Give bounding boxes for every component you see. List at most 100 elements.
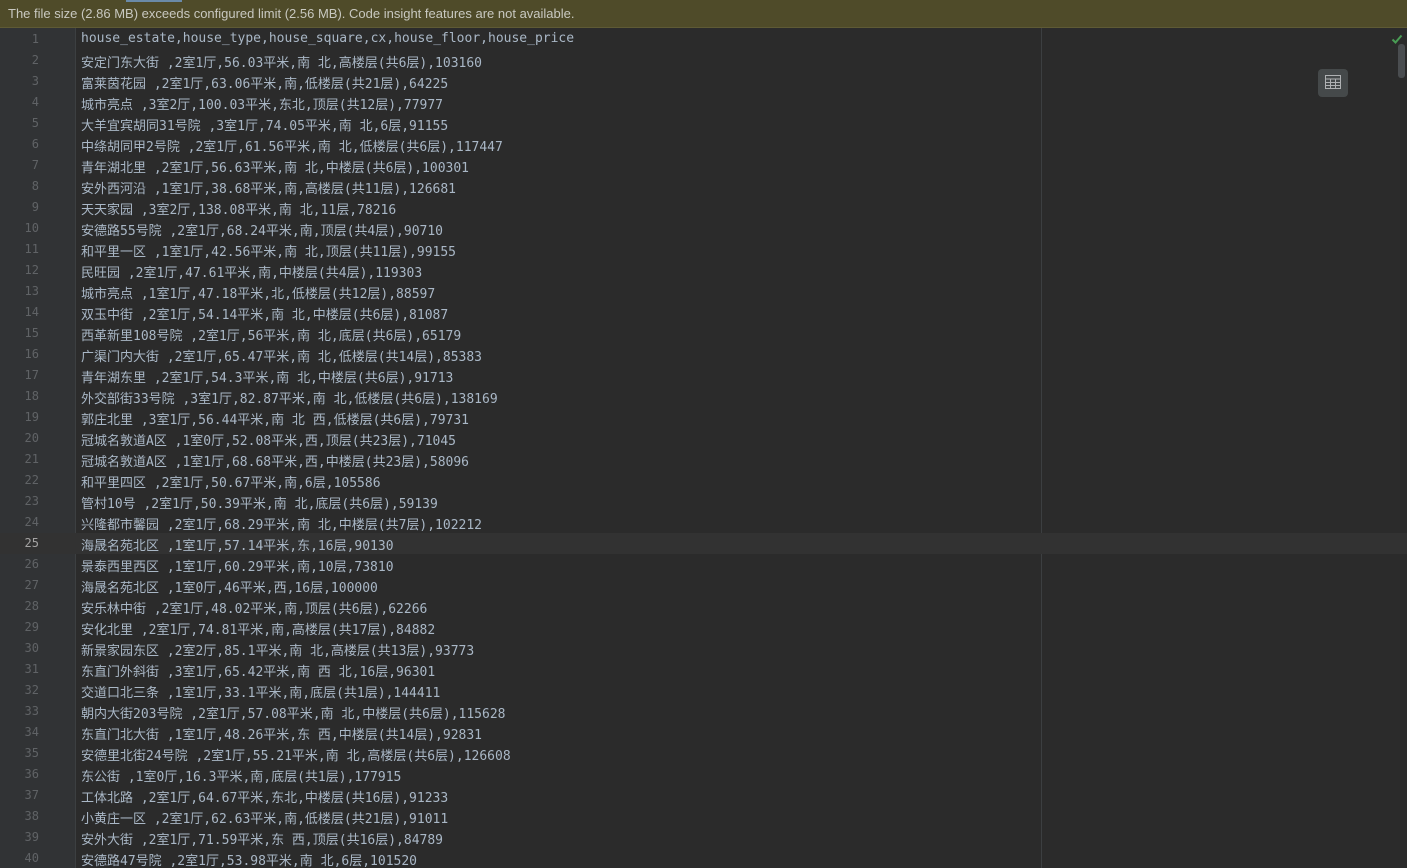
line-text[interactable]: 东公街 ,1室0厅,16.3平米,南,底层(共1层),177915 xyxy=(81,766,401,785)
line-number: 32 xyxy=(24,683,39,697)
code-line[interactable]: 23 管村10号 ,2室1厅,50.39平米,南 北,底层(共6层),59139 xyxy=(0,491,1407,512)
line-text[interactable]: 工体北路 ,2室1厅,64.67平米,东北,中楼层(共16层),91233 xyxy=(81,787,448,806)
line-text[interactable]: 海晟名苑北区 ,1室1厅,57.14平米,东,16层,90130 xyxy=(81,535,394,554)
code-line[interactable]: 5 大羊宜宾胡同31号院 ,3室1厅,74.05平米,南 北,6层,91155 xyxy=(0,113,1407,134)
code-line[interactable]: 1 house_estate,house_type,house_square,cx… xyxy=(0,29,1407,50)
table-view-button[interactable] xyxy=(1318,69,1348,97)
code-line[interactable]: 15 西革新里108号院 ,2室1厅,56平米,南 北,底层(共6层),65179 xyxy=(0,323,1407,344)
line-text[interactable]: 大羊宜宾胡同31号院 ,3室1厅,74.05平米,南 北,6层,91155 xyxy=(81,115,448,134)
line-text[interactable]: 外交部街33号院 ,3室1厅,82.87平米,南 北,低楼层(共6层),1381… xyxy=(81,388,498,407)
line-number: 40 xyxy=(24,851,39,865)
line-number: 29 xyxy=(24,620,39,634)
line-text[interactable]: 西革新里108号院 ,2室1厅,56平米,南 北,底层(共6层),65179 xyxy=(81,325,461,344)
line-text[interactable]: 青年湖东里 ,2室1厅,54.3平米,南 北,中楼层(共6层),91713 xyxy=(81,367,453,386)
code-line[interactable]: 30 新景家园东区 ,2室2厅,85.1平米,南 北,高楼层(共13层),9377… xyxy=(0,638,1407,659)
code-line[interactable]: 39 安外大街 ,2室1厅,71.59平米,东 西,顶层(共16层),84789 xyxy=(0,827,1407,848)
code-line[interactable]: 19 郭庄北里 ,3室1厅,56.44平米,南 北 西,低楼层(共6层),7973… xyxy=(0,407,1407,428)
code-line[interactable]: 12 民旺园 ,2室1厅,47.61平米,南,中楼层(共4层),119303 xyxy=(0,260,1407,281)
line-text[interactable]: 中绦胡同甲2号院 ,2室1厅,61.56平米,南 北,低楼层(共6层),1174… xyxy=(81,136,503,155)
code-line[interactable]: 8 安外西河沿 ,1室1厅,38.68平米,南,高楼层(共11层),126681 xyxy=(0,176,1407,197)
line-text[interactable]: 东直门外斜街 ,3室1厅,65.42平米,南 西 北,16层,96301 xyxy=(81,661,435,680)
line-text[interactable]: 小黄庄一区 ,2室1厅,62.63平米,南,低楼层(共21层),91011 xyxy=(81,808,448,827)
line-text[interactable]: 冠城名敦道A区 ,1室0厅,52.08平米,西,顶层(共23层),71045 xyxy=(81,430,456,449)
line-text[interactable]: 和平里四区 ,2室1厅,50.67平米,南,6层,105586 xyxy=(81,472,381,491)
line-number: 27 xyxy=(24,578,39,592)
line-number: 35 xyxy=(24,746,39,760)
code-line[interactable]: 2 安定门东大街 ,2室1厅,56.03平米,南 北,高楼层(共6层),10316… xyxy=(0,50,1407,71)
code-line[interactable]: 18 外交部街33号院 ,3室1厅,82.87平米,南 北,低楼层(共6层),13… xyxy=(0,386,1407,407)
line-text[interactable]: 安德路55号院 ,2室1厅,68.24平米,南,顶层(共4层),90710 xyxy=(81,220,443,239)
table-view-icon xyxy=(1325,74,1341,93)
code-line[interactable]: 22 和平里四区 ,2室1厅,50.67平米,南,6层,105586 xyxy=(0,470,1407,491)
code-line[interactable]: 21 冠城名敦道A区 ,1室1厅,68.68平米,西,中楼层(共23层),5809… xyxy=(0,449,1407,470)
line-text[interactable]: 管村10号 ,2室1厅,50.39平米,南 北,底层(共6层),59139 xyxy=(81,493,438,512)
line-number: 14 xyxy=(24,305,39,319)
code-line[interactable]: 29 安化北里 ,2室1厅,74.81平米,南,高楼层(共17层),84882 xyxy=(0,617,1407,638)
code-line[interactable]: 38 小黄庄一区 ,2室1厅,62.63平米,南,低楼层(共21层),91011 xyxy=(0,806,1407,827)
code-line[interactable]: 20 冠城名敦道A区 ,1室0厅,52.08平米,西,顶层(共23层),71045 xyxy=(0,428,1407,449)
line-text[interactable]: 和平里一区 ,1室1厅,42.56平米,南 北,顶层(共11层),99155 xyxy=(81,241,456,260)
line-text[interactable]: 双玉中街 ,2室1厅,54.14平米,南 北,中楼层(共6层),81087 xyxy=(81,304,448,323)
code-line[interactable]: 25 海晟名苑北区 ,1室1厅,57.14平米,东,16层,90130 xyxy=(0,533,1407,554)
code-line[interactable]: 9 天天家园 ,3室2厅,138.08平米,南 北,11层,78216 xyxy=(0,197,1407,218)
line-text[interactable]: 安外大街 ,2室1厅,71.59平米,东 西,顶层(共16层),84789 xyxy=(81,829,443,848)
code-line[interactable]: 36 东公街 ,1室0厅,16.3平米,南,底层(共1层),177915 xyxy=(0,764,1407,785)
line-text[interactable]: 城市亮点 ,3室2厅,100.03平米,东北,顶层(共12层),77977 xyxy=(81,94,443,113)
line-text[interactable]: 富莱茵花园 ,2室1厅,63.06平米,南,低楼层(共21层),64225 xyxy=(81,73,448,92)
line-text[interactable]: 安德路47号院 ,2室1厅,53.98平米,南 北,6层,101520 xyxy=(81,850,417,868)
line-number: 4 xyxy=(31,95,39,109)
line-number: 18 xyxy=(24,389,39,403)
line-number: 25 xyxy=(24,536,39,550)
code-line[interactable]: 27 海晟名苑北区 ,1室0厅,46平米,西,16层,100000 xyxy=(0,575,1407,596)
line-number: 26 xyxy=(24,557,39,571)
code-line[interactable]: 26 景泰西里西区 ,1室1厅,60.29平米,南,10层,73810 xyxy=(0,554,1407,575)
line-text[interactable]: 安德里北街24号院 ,2室1厅,55.21平米,南 北,高楼层(共6层),126… xyxy=(81,745,511,764)
code-line[interactable]: 40 安德路47号院 ,2室1厅,53.98平米,南 北,6层,101520 xyxy=(0,848,1407,868)
code-line[interactable]: 35 安德里北街24号院 ,2室1厅,55.21平米,南 北,高楼层(共6层),1… xyxy=(0,743,1407,764)
line-number: 36 xyxy=(24,767,39,781)
code-line[interactable]: 10 安德路55号院 ,2室1厅,68.24平米,南,顶层(共4层),90710 xyxy=(0,218,1407,239)
line-number: 22 xyxy=(24,473,39,487)
line-text[interactable]: 交道口北三条 ,1室1厅,33.1平米,南,底层(共1层),144411 xyxy=(81,682,440,701)
line-text[interactable]: 海晟名苑北区 ,1室0厅,46平米,西,16层,100000 xyxy=(81,577,378,596)
code-line[interactable]: 7 青年湖北里 ,2室1厅,56.63平米,南 北,中楼层(共6层),100301 xyxy=(0,155,1407,176)
line-text[interactable]: 郭庄北里 ,3室1厅,56.44平米,南 北 西,低楼层(共6层),79731 xyxy=(81,409,469,428)
line-number: 34 xyxy=(24,725,39,739)
line-text[interactable]: 广渠门内大街 ,2室1厅,65.47平米,南 北,低楼层(共14层),85383 xyxy=(81,346,482,365)
code-line[interactable]: 32 交道口北三条 ,1室1厅,33.1平米,南,底层(共1层),144411 xyxy=(0,680,1407,701)
code-line[interactable]: 11 和平里一区 ,1室1厅,42.56平米,南 北,顶层(共11层),99155 xyxy=(0,239,1407,260)
code-line[interactable]: 37 工体北路 ,2室1厅,64.67平米,东北,中楼层(共16层),91233 xyxy=(0,785,1407,806)
code-line[interactable]: 24 兴隆都市馨园 ,2室1厅,68.29平米,南 北,中楼层(共7层),1022… xyxy=(0,512,1407,533)
line-text[interactable]: 安化北里 ,2室1厅,74.81平米,南,高楼层(共17层),84882 xyxy=(81,619,435,638)
line-text[interactable]: 朝内大街203号院 ,2室1厅,57.08平米,南 北,中楼层(共6层),115… xyxy=(81,703,506,722)
line-text[interactable]: 安乐林中街 ,2室1厅,48.02平米,南,顶层(共6层),62266 xyxy=(81,598,427,617)
line-text[interactable]: 新景家园东区 ,2室2厅,85.1平米,南 北,高楼层(共13层),93773 xyxy=(81,640,474,659)
line-text[interactable]: 安外西河沿 ,1室1厅,38.68平米,南,高楼层(共11层),126681 xyxy=(81,178,456,197)
code-line[interactable]: 14 双玉中街 ,2室1厅,54.14平米,南 北,中楼层(共6层),81087 xyxy=(0,302,1407,323)
code-line[interactable]: 6 中绦胡同甲2号院 ,2室1厅,61.56平米,南 北,低楼层(共6层),117… xyxy=(0,134,1407,155)
code-line[interactable]: 33 朝内大街203号院 ,2室1厅,57.08平米,南 北,中楼层(共6层),1… xyxy=(0,701,1407,722)
line-number: 28 xyxy=(24,599,39,613)
code-line[interactable]: 3 富莱茵花园 ,2室1厅,63.06平米,南,低楼层(共21层),64225 xyxy=(0,71,1407,92)
code-line[interactable]: 34 东直门北大街 ,1室1厅,48.26平米,东 西,中楼层(共14层),928… xyxy=(0,722,1407,743)
line-text[interactable]: 青年湖北里 ,2室1厅,56.63平米,南 北,中楼层(共6层),100301 xyxy=(81,157,469,176)
line-number: 31 xyxy=(24,662,39,676)
line-text[interactable]: 民旺园 ,2室1厅,47.61平米,南,中楼层(共4层),119303 xyxy=(81,262,422,281)
file-size-notification: The file size (2.86 MB) exceeds configur… xyxy=(0,0,1407,28)
code-line[interactable]: 13 城市亮点 ,1室1厅,47.18平米,北,低楼层(共12层),88597 xyxy=(0,281,1407,302)
code-line[interactable]: 17 青年湖东里 ,2室1厅,54.3平米,南 北,中楼层(共6层),91713 xyxy=(0,365,1407,386)
code-line[interactable]: 4 城市亮点 ,3室2厅,100.03平米,东北,顶层(共12层),77977 xyxy=(0,92,1407,113)
line-text[interactable]: 冠城名敦道A区 ,1室1厅,68.68平米,西,中楼层(共23层),58096 xyxy=(81,451,469,470)
line-text[interactable]: 兴隆都市馨园 ,2室1厅,68.29平米,南 北,中楼层(共7层),102212 xyxy=(81,514,482,533)
vertical-scrollbar-thumb[interactable] xyxy=(1398,44,1405,78)
line-text[interactable]: 天天家园 ,3室2厅,138.08平米,南 北,11层,78216 xyxy=(81,199,396,218)
line-text[interactable]: house_estate,house_type,house_square,cx,… xyxy=(81,31,574,46)
line-text[interactable]: 东直门北大街 ,1室1厅,48.26平米,东 西,中楼层(共14层),92831 xyxy=(81,724,482,743)
code-line[interactable]: 28 安乐林中街 ,2室1厅,48.02平米,南,顶层(共6层),62266 xyxy=(0,596,1407,617)
code-line[interactable]: 31 东直门外斜街 ,3室1厅,65.42平米,南 西 北,16层,96301 xyxy=(0,659,1407,680)
line-text[interactable]: 城市亮点 ,1室1厅,47.18平米,北,低楼层(共12层),88597 xyxy=(81,283,435,302)
code-line[interactable]: 16 广渠门内大街 ,2室1厅,65.47平米,南 北,低楼层(共14层),853… xyxy=(0,344,1407,365)
check-icon[interactable] xyxy=(1391,30,1403,44)
line-text[interactable]: 景泰西里西区 ,1室1厅,60.29平米,南,10层,73810 xyxy=(81,556,394,575)
line-text[interactable]: 安定门东大街 ,2室1厅,56.03平米,南 北,高楼层(共6层),103160 xyxy=(81,52,482,71)
